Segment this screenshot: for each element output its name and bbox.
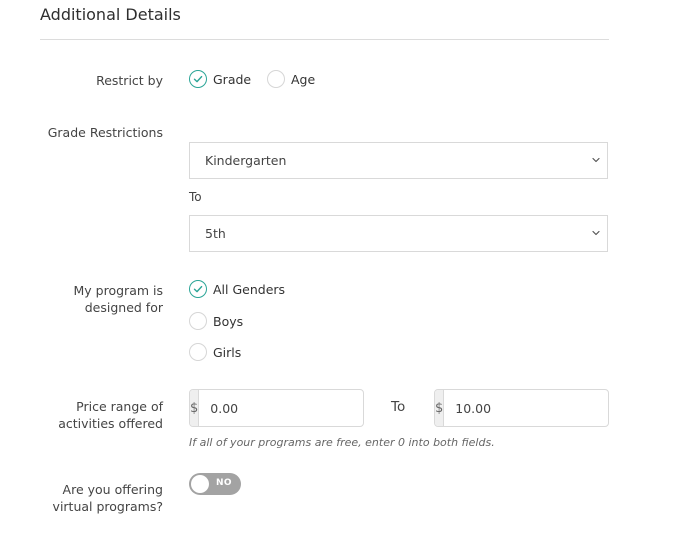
price-range-label-line1: Price range of [76, 399, 163, 414]
designed-for-label: My program is designed for [3, 282, 163, 316]
section-title: Additional Details [40, 5, 181, 24]
grade-from-select[interactable]: Kindergarten [189, 142, 608, 179]
grade-to-select[interactable]: 5th [189, 215, 608, 252]
toggle-state-text: NO [216, 478, 232, 488]
price-min-input[interactable] [199, 390, 363, 426]
restrict-by-age-option[interactable]: Age [267, 70, 315, 88]
gender-all-option[interactable]: All Genders [189, 280, 285, 298]
restrict-by-age-label: Age [291, 71, 316, 87]
gender-all-label: All Genders [213, 281, 286, 297]
grade-to-value: 5th [205, 226, 226, 241]
grade-restrictions-label: Grade Restrictions [47, 125, 163, 140]
grade-to-label: To [189, 190, 202, 204]
restrict-by-grade-option[interactable]: Grade [189, 70, 251, 88]
restrict-by-grade-label: Grade [213, 71, 252, 87]
gender-all-radio[interactable] [189, 280, 207, 298]
designed-for-label-line2: designed for [84, 300, 163, 315]
price-hint: If all of your programs are free, enter … [189, 436, 495, 449]
grade-from-value: Kindergarten [205, 153, 287, 168]
gender-boys-radio[interactable] [189, 312, 207, 330]
gender-boys-label: Boys [213, 313, 244, 329]
chevron-down-icon [592, 230, 600, 236]
toggle-knob [191, 475, 209, 493]
gender-boys-option[interactable]: Boys [189, 312, 243, 330]
price-min-field[interactable]: $ [189, 389, 364, 427]
check-icon [193, 285, 203, 293]
restrict-by-label: Restrict by [96, 73, 163, 88]
restrict-by-age-radio[interactable] [267, 70, 285, 88]
restrict-by-grade-radio[interactable] [189, 70, 207, 88]
price-range-label: Price range of activities offered [3, 398, 163, 432]
currency-prefix: $ [190, 390, 200, 426]
virtual-programs-toggle[interactable]: NO [189, 473, 241, 495]
section-divider [40, 39, 609, 40]
price-range-label-line2: activities offered [58, 416, 163, 431]
gender-girls-label: Girls [213, 344, 242, 360]
check-icon [193, 75, 203, 83]
price-max-field[interactable]: $ [434, 389, 609, 427]
price-to-label: To [391, 399, 406, 415]
gender-girls-radio[interactable] [189, 343, 207, 361]
chevron-down-icon [592, 157, 600, 163]
gender-girls-option[interactable]: Girls [189, 343, 241, 361]
virtual-programs-label-line2: virtual programs? [52, 499, 163, 514]
designed-for-label-line1: My program is [73, 283, 163, 298]
price-max-input[interactable] [444, 390, 608, 426]
virtual-programs-label: Are you offering virtual programs? [3, 481, 163, 515]
virtual-programs-label-line1: Are you offering [62, 482, 163, 497]
currency-prefix: $ [435, 390, 445, 426]
